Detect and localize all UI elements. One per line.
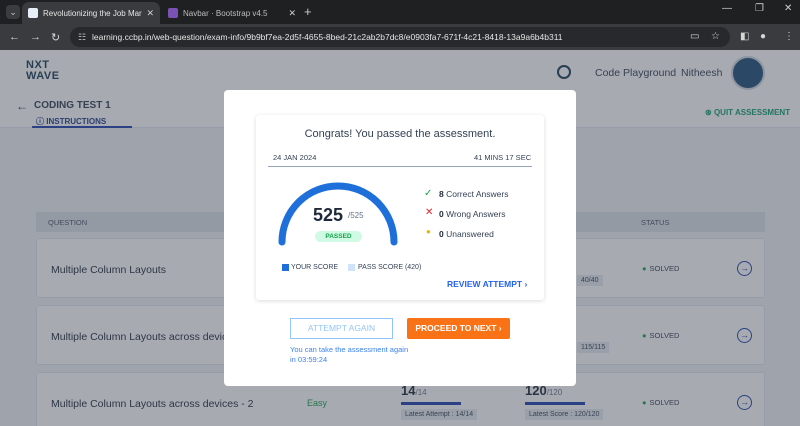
url-input[interactable]: ☷ learning.ccbp.in/web-question/exam-inf… (70, 27, 730, 47)
reload-icon[interactable]: ↻ (51, 31, 60, 44)
score-value: 525 (313, 205, 344, 225)
review-label: REVIEW ATTEMPT (447, 279, 523, 289)
your-score-swatch (282, 264, 289, 271)
unanswered: 0 Unanswered (439, 229, 494, 239)
wrong-answers: 0 Wrong Answers (439, 209, 505, 219)
correct-count: 8 (439, 189, 444, 199)
window-close-icon[interactable]: ✕ (784, 3, 792, 14)
correct-answers: 8 Correct Answers (439, 189, 508, 199)
legend-pass-score: PASS SCORE (420) (358, 264, 422, 271)
bootstrap-favicon-icon (168, 8, 178, 18)
tab-title: Navbar · Bootstrap v4.5 (183, 8, 268, 18)
wrong-label: Wrong Answers (446, 209, 506, 219)
retake-countdown: You can take the assessment again in 03:… (290, 345, 409, 364)
back-icon[interactable]: ← (9, 31, 20, 43)
check-icon: ✓ (424, 188, 433, 199)
correct-label: Correct Answers (446, 189, 509, 199)
cast-icon[interactable]: ▭ (690, 31, 699, 42)
pass-score-swatch (348, 264, 355, 271)
congrats-heading: Congrats! You passed the assessment. (304, 128, 496, 140)
card-divider (268, 166, 532, 167)
cross-icon: ✕ (425, 207, 434, 218)
minimize-icon[interactable]: — (722, 3, 732, 14)
side-panel-icon[interactable]: ◧ (740, 31, 749, 42)
url-text: learning.ccbp.in/web-question/exam-info/… (92, 32, 563, 42)
unanswered-dot-icon: ● (426, 227, 431, 236)
proceed-label: PROCEED TO NEXT (415, 323, 497, 333)
browser-tab-active[interactable]: Revolutionizing the Job Market ✕ (22, 2, 160, 24)
wrong-count: 0 (439, 209, 444, 219)
legend-your-score: YOUR SCORE (291, 264, 339, 271)
tab-search-icon[interactable]: ⌄ (6, 5, 20, 19)
tab-close-icon[interactable]: ✕ (146, 8, 154, 19)
attempt-duration: 41 MINS 17 SEC (474, 153, 532, 162)
more-menu-icon[interactable]: ⋮ (784, 31, 794, 42)
unanswered-count: 0 (439, 229, 444, 239)
new-tab-icon[interactable]: + (304, 4, 312, 19)
browser-tab-bootstrap[interactable]: Navbar · Bootstrap v4.5 ✕ (162, 2, 302, 24)
review-attempt-link[interactable]: REVIEW ATTEMPT › (447, 279, 527, 289)
tab-title: Revolutionizing the Job Market (43, 8, 143, 18)
attempt-date: 24 JAN 2024 (273, 153, 317, 162)
tab-favicon-icon (28, 8, 38, 18)
score-total: /525 (348, 211, 364, 220)
unanswered-label: Unanswered (446, 229, 494, 239)
passed-badge: PASSED (315, 231, 362, 242)
forward-icon[interactable]: → (30, 31, 41, 43)
tab-close-icon[interactable]: ✕ (288, 8, 296, 19)
proceed-to-next-button[interactable]: PROCEED TO NEXT › (407, 318, 510, 339)
attempt-again-button[interactable]: ATTEMPT AGAIN (290, 318, 393, 339)
chevron-right-icon: › (498, 323, 502, 333)
site-info-icon[interactable]: ☷ (78, 27, 86, 47)
chevron-right-icon: › (524, 279, 528, 289)
restore-icon[interactable]: ❐ (755, 3, 764, 14)
bookmark-star-icon[interactable]: ☆ (711, 31, 720, 42)
profile-icon[interactable]: ● (760, 31, 766, 42)
